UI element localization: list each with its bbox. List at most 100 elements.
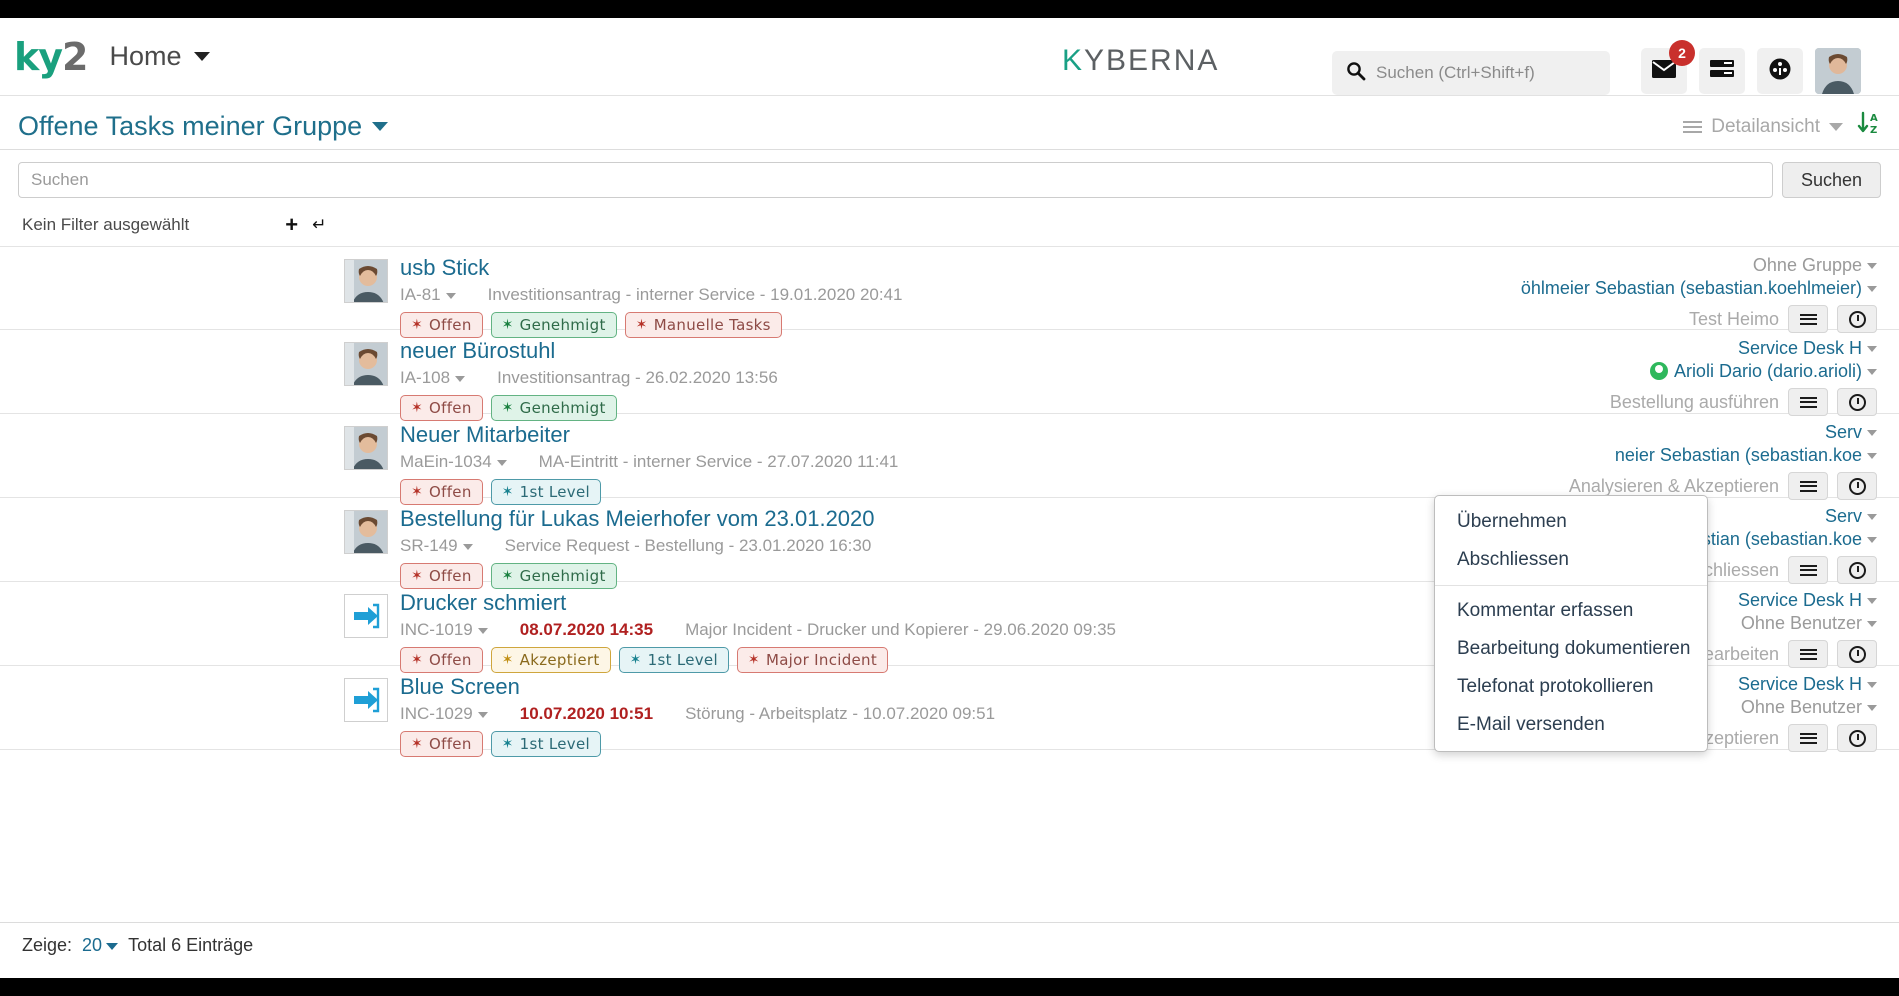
task-action-label[interactable]: Test Heimo [1689, 309, 1779, 330]
filter-row: Kein Filter ausgewählt + ↵ [0, 198, 1899, 238]
task-meta: INC-102910.07.2020 10:51Störung - Arbeit… [400, 704, 1429, 724]
dashboard-button[interactable] [1757, 48, 1803, 94]
task-row[interactable]: neuer Bürostuhl IA-108Investitionsantrag … [0, 330, 1899, 414]
task-id[interactable]: INC-1029 [400, 704, 488, 724]
list-button[interactable] [1699, 48, 1745, 94]
search-row: Suchen [0, 150, 1899, 198]
task-id[interactable]: IA-81 [400, 285, 456, 305]
mail-button[interactable]: 2 [1641, 48, 1687, 94]
clock-icon [1849, 730, 1866, 747]
task-history-button[interactable] [1837, 305, 1877, 333]
mail-badge: 2 [1669, 40, 1695, 66]
task-menu-button[interactable] [1788, 472, 1828, 500]
kyberna-brand: KYBERNA [1062, 44, 1219, 78]
task-id-chevron-down-icon [478, 628, 488, 634]
home-menu-label[interactable]: Home [110, 41, 182, 72]
task-meta: IA-108Investitionsantrag - 26.02.2020 13… [400, 368, 1429, 388]
task-row[interactable]: usb StickIA-81Investitionsantrag - inter… [0, 246, 1899, 330]
status-badge[interactable]: ✶1st Level [491, 731, 601, 757]
apply-filter-icon[interactable]: ↵ [312, 215, 326, 235]
header-search-box[interactable]: Suchen (Ctrl+Shift+f) [1332, 51, 1610, 95]
task-history-button[interactable] [1837, 388, 1877, 416]
task-menu-button[interactable] [1788, 724, 1828, 752]
login-icon [344, 594, 388, 638]
sort-az-button[interactable]: A Z [1857, 110, 1885, 141]
view-mode-label: Detailansicht [1711, 116, 1820, 138]
context-menu-item[interactable]: Bearbeitung dokumentieren [1435, 630, 1707, 668]
task-id[interactable]: INC-1019 [400, 620, 488, 640]
task-group[interactable]: Serv [1407, 422, 1877, 443]
task-main: Neuer Mitarbeiter MaEin-1034MA-Eintritt -… [400, 422, 1429, 505]
task-id-chevron-down-icon [446, 293, 456, 299]
task-title[interactable]: usb Stick [400, 255, 1429, 281]
list-footer: Zeige: 20 Total 6 Einträge [0, 922, 1899, 956]
task-title[interactable]: Blue Screen [400, 674, 1429, 700]
context-menu-item[interactable]: Kommentar erfassen [1435, 592, 1707, 630]
task-title[interactable]: Bestellung für Lukas Meierhofer vom 23.0… [400, 506, 1429, 532]
task-menu-button[interactable] [1788, 640, 1828, 668]
task-action-label[interactable]: Analysieren & Akzeptieren [1569, 476, 1779, 497]
hamburger-icon [1800, 311, 1817, 327]
task-id-label: IA-81 [400, 285, 441, 304]
add-filter-icon[interactable]: + [285, 212, 298, 238]
task-action-label[interactable]: Bestellung ausführen [1610, 392, 1779, 413]
task-id-chevron-down-icon [478, 712, 488, 718]
task-menu-button[interactable] [1788, 556, 1828, 584]
task-history-button[interactable] [1837, 724, 1877, 752]
page-size-value: 20 [82, 935, 102, 955]
task-actions: Test Heimo [1407, 305, 1877, 333]
avatar[interactable] [1815, 48, 1861, 94]
task-row[interactable]: Neuer Mitarbeiter MaEin-1034MA-Eintritt -… [0, 414, 1899, 498]
task-history-button[interactable] [1837, 472, 1877, 500]
task-meta: MaEin-1034MA-Eintritt - interner Service… [400, 452, 1429, 472]
task-group[interactable]: Service Desk H [1407, 338, 1877, 359]
task-menu-button[interactable] [1788, 305, 1828, 333]
task-user[interactable]: neier Sebastian (sebastian.koe [1407, 445, 1877, 466]
task-id-label: INC-1019 [400, 620, 473, 639]
task-id-label: IA-108 [400, 368, 450, 387]
gear-icon: ✶ [411, 736, 423, 752]
task-group-chevron-down-icon [1867, 346, 1877, 352]
task-title[interactable]: neuer Bürostuhl [400, 338, 1429, 364]
status-badge[interactable]: ✶Offen [400, 731, 483, 757]
svg-text:A: A [1870, 113, 1878, 124]
page-size-chevron-down-icon [106, 943, 118, 950]
task-id[interactable]: MaEin-1034 [400, 452, 507, 472]
svg-text:Z: Z [1870, 125, 1877, 136]
task-id-label: SR-149 [400, 536, 458, 555]
context-menu-item[interactable]: E-Mail versenden [1435, 706, 1707, 744]
view-mode-selector[interactable]: Detailansicht [1683, 116, 1843, 138]
task-meta: SR-149Service Request - Bestellung - 23.… [400, 536, 1429, 556]
task-id[interactable]: SR-149 [400, 536, 473, 556]
search-input[interactable] [18, 162, 1773, 198]
task-main: Blue Screen INC-102910.07.2020 10:51Störu… [400, 674, 1429, 757]
total-entries-label: Total 6 Einträge [128, 935, 253, 956]
app-window: ky2 Home KYBERNA Suchen (Ctrl+Shift+f) 2 [0, 18, 1899, 978]
page-size-select[interactable]: 20 [82, 935, 118, 956]
task-user-label: Ohne Benutzer [1741, 697, 1862, 717]
task-title[interactable]: Drucker schmiert [400, 590, 1429, 616]
search-button[interactable]: Suchen [1782, 162, 1881, 198]
task-assignment: Ohne Gruppeöhlmeier Sebastian (sebastian… [1407, 255, 1877, 333]
task-user[interactable]: Arioli Dario (dario.arioli) [1407, 361, 1877, 382]
task-group-label: Serv [1825, 422, 1862, 442]
task-group-chevron-down-icon [1867, 430, 1877, 436]
ky2-logo[interactable]: ky2 [14, 38, 88, 76]
task-meta: INC-101908.07.2020 14:35Major Incident -… [400, 620, 1429, 640]
hamburger-icon [1800, 562, 1817, 578]
context-menu-item[interactable]: Telefonat protokollieren [1435, 668, 1707, 706]
task-user[interactable]: öhlmeier Sebastian (sebastian.koehlmeier… [1407, 278, 1877, 299]
context-menu-item[interactable]: Abschliessen [1435, 541, 1707, 579]
context-menu-item[interactable]: Übernehmen [1435, 503, 1707, 541]
clock-icon [1849, 311, 1866, 328]
task-history-button[interactable] [1837, 640, 1877, 668]
page-title[interactable]: Offene Tasks meiner Gruppe [18, 111, 362, 142]
task-user-label: öhlmeier Sebastian (sebastian.koehlmeier… [1521, 278, 1862, 298]
page-title-chevron-down-icon[interactable] [372, 122, 388, 131]
task-id[interactable]: IA-108 [400, 368, 465, 388]
task-history-button[interactable] [1837, 556, 1877, 584]
task-menu-button[interactable] [1788, 388, 1828, 416]
task-title[interactable]: Neuer Mitarbeiter [400, 422, 1429, 448]
task-group[interactable]: Ohne Gruppe [1407, 255, 1877, 276]
chevron-down-icon[interactable] [194, 52, 210, 61]
